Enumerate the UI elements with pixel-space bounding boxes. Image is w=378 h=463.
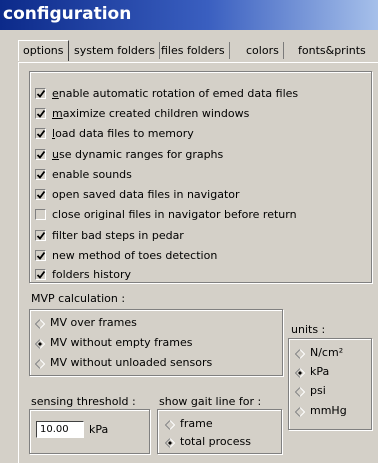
checkmark-icon [36,270,46,279]
checkmark-icon [36,89,46,98]
radio-label: psi [310,384,326,397]
radio-label: N/cm² [310,346,344,359]
window-title: configuration [3,4,132,24]
option-label: close original files in navigator before… [52,208,297,221]
tab-fonts-prints[interactable]: fonts&prints [294,42,370,59]
option-label: open saved data files in navigator [52,188,240,201]
tab-colors[interactable]: colors [242,42,284,59]
checkmark-icon [36,170,46,179]
checkbox-checked[interactable] [35,230,46,241]
checkbox-checked[interactable] [35,128,46,139]
checkbox-checked[interactable] [35,250,46,261]
tab-files-folders[interactable]: files folders [157,42,230,59]
radio-label: mmHg [310,404,347,417]
threshold-input[interactable]: 10.00 [36,421,84,438]
threshold-label: sensing threshold : [31,395,136,408]
checkbox-checked[interactable] [35,149,46,160]
radio-unselected-icon[interactable] [164,419,176,431]
checkbox-checked[interactable] [35,88,46,99]
option-label: use dynamic ranges for graphs [52,148,224,161]
tab-strip: options system folders files folders col… [18,40,378,62]
radio-selected-icon[interactable] [164,437,176,449]
checkmark-icon [36,129,46,138]
radio-unselected-icon[interactable] [34,318,46,330]
radio-unselected-icon[interactable] [294,348,306,360]
threshold-unit: kPa [89,423,109,436]
checkbox-checked[interactable] [35,269,46,280]
radio-label: MV over frames [50,316,137,329]
checkmark-icon [36,150,46,159]
radio-label: MV without unloaded sensors [50,356,213,369]
tab-options[interactable]: options [18,40,69,61]
radio-label: frame [180,417,213,430]
mvp-label: MVP calculation : [31,292,126,305]
option-label: filter bad steps in pedar [52,229,184,242]
checkbox-checked[interactable] [35,189,46,200]
checkmark-icon [36,251,46,260]
option-label: maximize created children windows [52,107,250,120]
radio-selected-icon[interactable] [294,367,306,379]
option-label: folders history [52,268,131,281]
gait-label: show gait line for : [159,395,262,408]
title-bar: configuration [0,0,378,30]
option-label: enable sounds [52,168,132,181]
tab-system-folders[interactable]: system folders [70,42,160,59]
checkmark-icon [36,190,46,199]
checkbox-checked[interactable] [35,169,46,180]
radio-selected-icon[interactable] [34,338,46,350]
option-label: enable automatic rotation of emed data f… [52,87,299,100]
radio-unselected-icon[interactable] [294,406,306,418]
radio-label: MV without empty frames [50,336,193,349]
radio-unselected-icon[interactable] [34,358,46,370]
radio-label: kPa [310,365,330,378]
units-label: units : [291,323,326,336]
radio-label: total process [180,435,251,448]
option-label: new method of toes detection [52,249,218,262]
checkmark-icon [36,231,46,240]
option-label: load data files to memory [52,127,194,140]
checkmark-icon [36,109,46,118]
checkbox-unchecked[interactable] [35,209,46,220]
radio-unselected-icon[interactable] [294,386,306,398]
checkbox-checked[interactable] [35,108,46,119]
